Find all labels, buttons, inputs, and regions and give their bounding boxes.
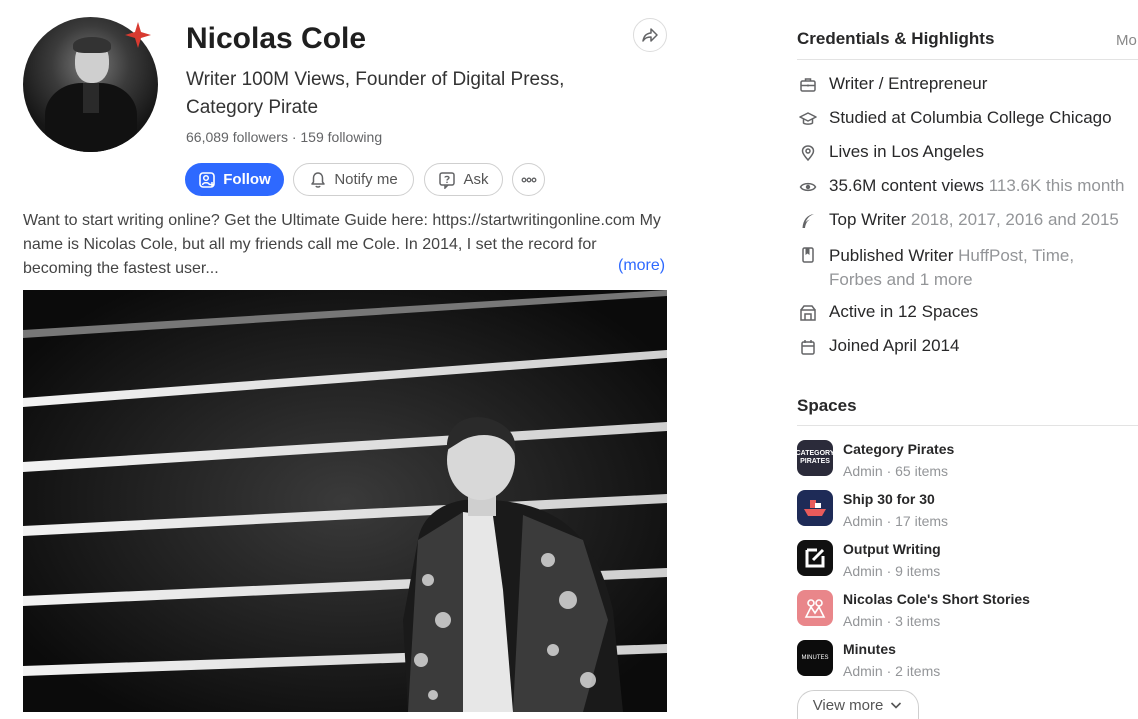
credential-published: Published Writer HuffPost, Time, Forbes … bbox=[797, 244, 1127, 292]
credential-published-text: Published Writer HuffPost, Time, Forbes … bbox=[829, 244, 1127, 292]
credential-text: Writer / Entrepreneur bbox=[829, 74, 988, 93]
ask-label: Ask bbox=[463, 171, 489, 188]
profile-tagline: Writer 100M Views, Founder of Digital Pr… bbox=[186, 69, 565, 118]
chevron-down-icon bbox=[891, 702, 902, 709]
share-arrow-icon bbox=[642, 28, 658, 42]
credential-text: Lives in Los Angeles bbox=[829, 142, 984, 161]
credentials-divider bbox=[797, 59, 1138, 60]
view-more-label: View more bbox=[812, 696, 884, 714]
space-name: Ship 30 for 30 bbox=[843, 491, 935, 507]
ellipsis-icon bbox=[521, 177, 536, 182]
credential-text: Joined April 2014 bbox=[829, 336, 960, 355]
profile-cover-photo bbox=[23, 290, 667, 712]
space-text: Minutes Admin · 2 items bbox=[843, 640, 940, 680]
space-text: Ship 30 for 30 Admin · 17 items bbox=[843, 490, 948, 530]
space-logo-output-writing bbox=[797, 540, 833, 576]
space-logo-minutes: MINUTES bbox=[797, 640, 833, 676]
avatar-shirt bbox=[83, 83, 99, 113]
eye-icon bbox=[797, 176, 819, 198]
briefcase-icon bbox=[797, 74, 819, 96]
view-more-spaces-button[interactable]: View more bbox=[797, 690, 919, 719]
credential-text: Published Writer bbox=[829, 246, 954, 265]
bio-text: Want to start writing online? Get the Ul… bbox=[23, 212, 661, 277]
credential-spaces: Active in 12 Spaces bbox=[797, 302, 978, 326]
credentials-more-link[interactable]: Mo bbox=[1116, 32, 1137, 49]
space-text: Category Pirates Admin · 65 items bbox=[843, 440, 954, 480]
credential-location: Lives in Los Angeles bbox=[797, 142, 984, 166]
space-name: Output Writing bbox=[843, 541, 941, 557]
profile-bio: Want to start writing online? Get the Ul… bbox=[23, 209, 668, 281]
credential-text: 35.6M content views bbox=[829, 176, 984, 195]
notify-label: Notify me bbox=[334, 171, 398, 188]
credential-text: Top Writer bbox=[829, 210, 907, 229]
space-logo-ship-30 bbox=[797, 490, 833, 526]
notify-me-button[interactable]: Notify me bbox=[293, 163, 414, 196]
space-meta: Admin · 2 items bbox=[843, 663, 941, 679]
spaces-icon bbox=[797, 302, 819, 324]
space-logo-text: CATEGORY PIRATES bbox=[797, 450, 833, 465]
space-item-ship-30[interactable]: Ship 30 for 30 Admin · 17 items bbox=[797, 490, 948, 532]
calendar-icon bbox=[797, 336, 819, 358]
credential-joined: Joined April 2014 bbox=[797, 336, 959, 360]
credentials-title: Credentials & Highlights bbox=[797, 29, 995, 48]
credential-employment: Writer / Entrepreneur bbox=[797, 74, 987, 98]
space-item-minutes[interactable]: MINUTES Minutes Admin · 2 items bbox=[797, 640, 940, 682]
space-logo-text: MINUTES bbox=[801, 655, 829, 661]
spaces-title: Spaces bbox=[797, 396, 857, 415]
space-text: Nicolas Cole's Short Stories Admin · 3 i… bbox=[843, 590, 1030, 630]
follower-counts[interactable]: 66,089 followers · 159 following bbox=[186, 129, 382, 145]
space-name: Minutes bbox=[843, 641, 896, 657]
space-meta: Admin · 65 items bbox=[843, 463, 949, 479]
more-options-button[interactable] bbox=[512, 163, 545, 196]
credential-muted-text: 2018, 2017, 2016 and 2015 bbox=[910, 210, 1119, 229]
question-icon bbox=[439, 171, 456, 189]
location-pin-icon bbox=[797, 142, 819, 164]
follow-button[interactable]: Follow bbox=[185, 163, 284, 196]
space-meta: Admin · 17 items bbox=[843, 513, 949, 529]
space-name: Nicolas Cole's Short Stories bbox=[843, 591, 1030, 607]
credential-education: Studied at Columbia College Chicago bbox=[797, 108, 1112, 132]
add-user-icon bbox=[199, 171, 216, 188]
bell-icon bbox=[311, 171, 326, 188]
space-item-output-writing[interactable]: Output Writing Admin · 9 items bbox=[797, 540, 941, 582]
space-logo-category-pirates: CATEGORY PIRATES bbox=[797, 440, 833, 476]
credential-text: Active in 12 Spaces bbox=[829, 302, 979, 321]
follow-label: Follow bbox=[223, 171, 271, 188]
share-button[interactable] bbox=[633, 18, 667, 52]
book-icon bbox=[797, 244, 819, 266]
credential-muted-text: 113.6K this month bbox=[988, 176, 1125, 195]
space-logo-short-stories bbox=[797, 590, 833, 626]
space-text: Output Writing Admin · 9 items bbox=[843, 540, 941, 580]
profile-name: Nicolas Cole bbox=[186, 22, 367, 55]
credential-top-writer: Top Writer 2018, 2017, 2016 and 2015 bbox=[797, 210, 1119, 234]
quill-icon bbox=[797, 210, 819, 232]
space-meta: Admin · 3 items bbox=[843, 613, 941, 629]
space-name: Category Pirates bbox=[843, 441, 955, 457]
space-item-short-stories[interactable]: Nicolas Cole's Short Stories Admin · 3 i… bbox=[797, 590, 1030, 632]
ask-button[interactable]: Ask bbox=[424, 163, 503, 196]
graduation-cap-icon bbox=[797, 108, 819, 130]
space-meta: Admin · 9 items bbox=[843, 563, 941, 579]
credential-views: 35.6M content views 113.6K this month bbox=[797, 176, 1124, 200]
space-item-category-pirates[interactable]: CATEGORY PIRATES Category Pirates Admin … bbox=[797, 440, 954, 482]
spaces-divider bbox=[797, 425, 1138, 426]
avatar-hair bbox=[73, 37, 111, 53]
bio-more-link[interactable]: (more) bbox=[618, 257, 665, 275]
credential-text: Studied at Columbia College Chicago bbox=[829, 108, 1112, 127]
top-writer-star-icon bbox=[123, 20, 153, 50]
